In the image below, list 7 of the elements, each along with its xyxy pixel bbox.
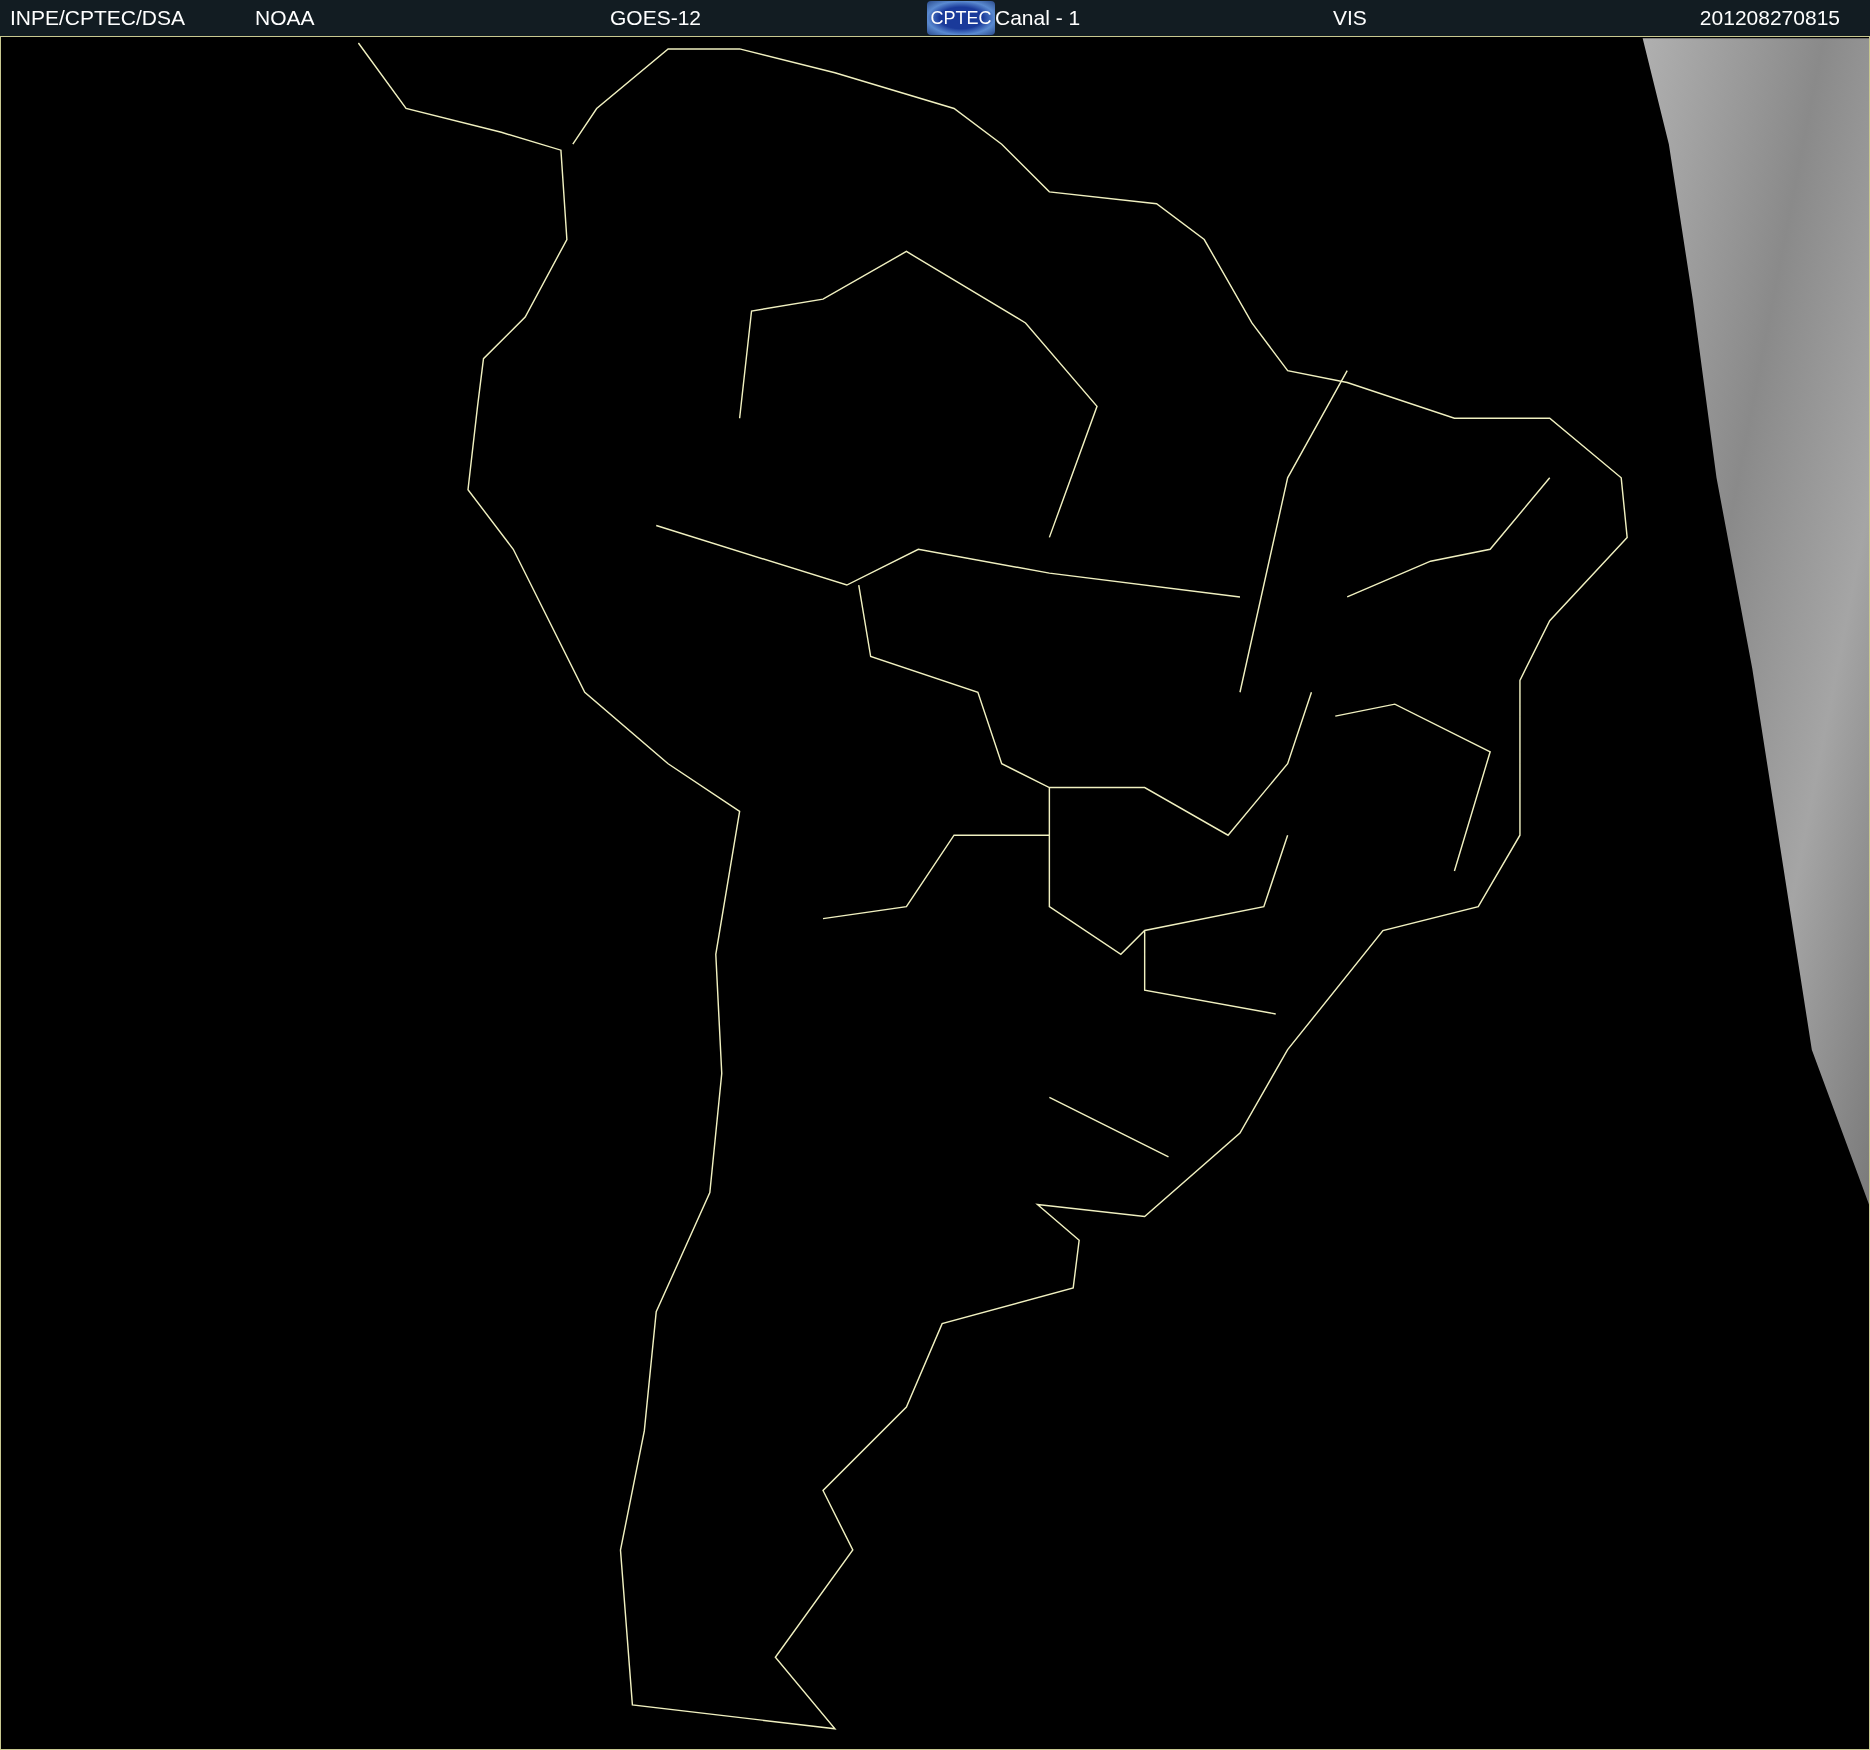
source-label: INPE/CPTEC/DSA bbox=[10, 6, 186, 30]
band-label: VIS bbox=[1333, 6, 1367, 30]
agency-label: NOAA bbox=[255, 6, 315, 30]
timestamp: 201208270815 bbox=[1699, 6, 1840, 30]
logo: CPTEC bbox=[927, 1, 995, 35]
channel-label: Canal - 1 bbox=[995, 6, 1081, 30]
satellite-label: GOES-12 bbox=[610, 6, 702, 30]
